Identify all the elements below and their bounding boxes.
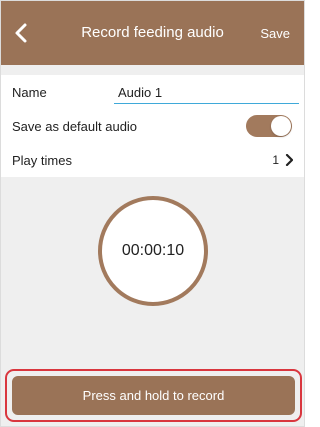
play-times-label: Play times (12, 153, 72, 168)
record-button[interactable]: Press and hold to record (12, 376, 295, 415)
save-button[interactable]: Save (260, 25, 290, 43)
settings-form: Name Save as default audio Play times 1 (1, 75, 304, 177)
chevron-right-icon[interactable] (285, 154, 293, 166)
record-button-highlight: Press and hold to record (5, 369, 302, 422)
play-times-row[interactable]: Play times 1 (1, 143, 304, 177)
chevron-left-icon (15, 23, 27, 43)
play-times-value: 1 (272, 153, 279, 167)
default-audio-label: Save as default audio (12, 119, 138, 134)
name-row: Name (1, 75, 304, 109)
recording-timer: 00:00:10 (98, 196, 208, 306)
name-label: Name (12, 85, 47, 100)
toggle-knob (271, 116, 291, 136)
name-input[interactable] (114, 82, 299, 104)
timer-display: 00:00:10 (121, 242, 185, 259)
page-title: Record feeding audio (81, 24, 224, 41)
default-audio-row: Save as default audio (1, 109, 304, 143)
app-screen: Record feeding audio Save Name Save as d… (0, 0, 305, 427)
back-button[interactable] (9, 19, 35, 47)
default-audio-toggle[interactable] (246, 115, 292, 137)
top-bar: Record feeding audio Save (1, 1, 304, 65)
